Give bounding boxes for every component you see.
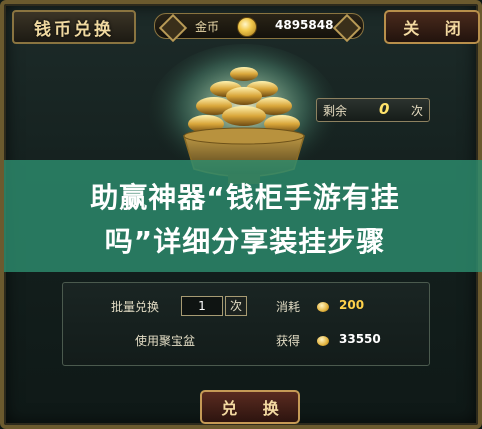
banner-line-2: 吗”详细分享装挂步骤 [104,225,386,258]
page-title: 钱币兑换 [34,19,114,40]
remaining-count: 0 [379,100,390,118]
exchange-button-label: 兑 换 [221,399,289,418]
cost-label: 消耗 [276,300,301,314]
close-button-label: 关 闭 [403,19,471,38]
remaining-count-box: 剩余 0 次 [316,98,430,122]
coin-balance: 4895848 [275,18,334,32]
headline-banner: 助赢神器“钱柜手游有挂 吗”详细分享装挂步骤 [4,160,482,272]
gold-ingot-icon [317,302,329,312]
title-plate: 钱币兑换 [12,10,136,44]
cost-value: 200 [339,298,365,312]
exchange-window: 钱币兑换 金币 4895848 关 闭 剩余 0 次 助赢神器“钱柜手游有挂 吗… [0,0,482,429]
remaining-label: 剩余 [323,104,348,118]
batch-unit: 次 [225,296,247,316]
ornament-icon [332,13,362,43]
gain-label: 获得 [276,334,301,348]
batch-quantity-input[interactable]: 1 [181,296,223,316]
exchange-button[interactable]: 兑 换 [200,390,300,424]
gain-value: 33550 [339,332,381,346]
gold-coin-icon [237,17,257,37]
coin-balance-bar: 金币 4895848 [154,13,364,43]
gold-coin-icon [317,336,329,346]
ornament-icon [158,13,188,43]
close-button[interactable]: 关 闭 [384,10,480,44]
coin-label: 金币 [195,20,220,34]
banner-line-1: 助赢神器“钱柜手游有挂 [90,181,400,214]
remaining-unit: 次 [411,104,424,118]
exchange-panel: 批量兑换 1 次 消耗 200 使用聚宝盆 获得 33550 [62,282,430,366]
batch-exchange-label: 批量兑换 [111,300,160,314]
use-treasure-box-label: 使用聚宝盆 [135,334,196,348]
